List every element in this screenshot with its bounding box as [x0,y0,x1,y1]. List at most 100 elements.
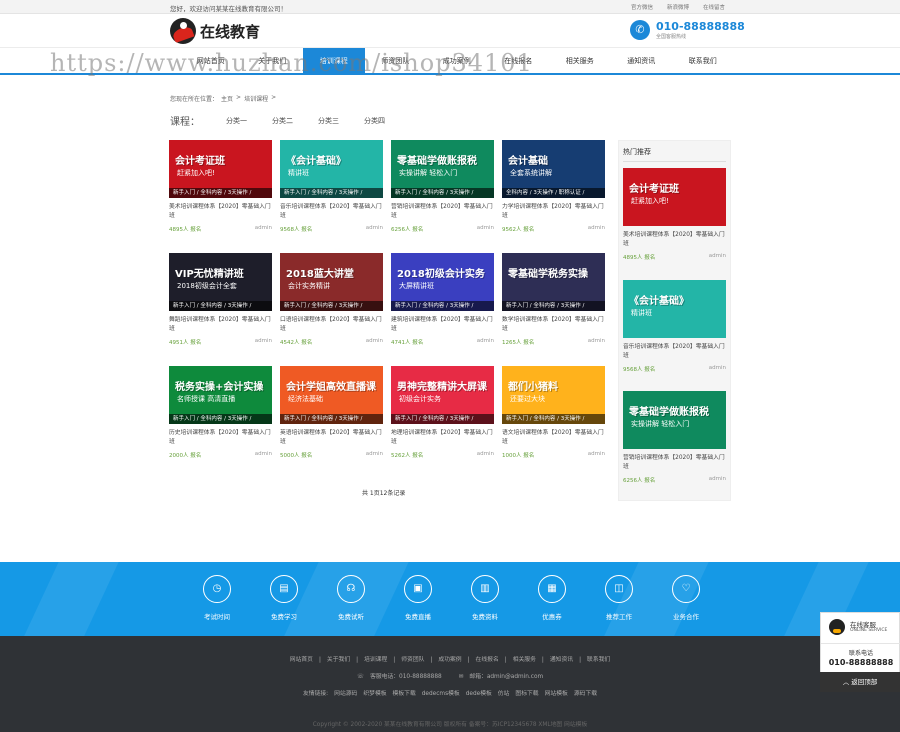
course-author: admin [476,451,494,457]
feature-item[interactable]: ▤ 免费学习 [254,575,314,621]
breadcrumb-home[interactable]: 主页 [221,94,233,103]
friend-link[interactable]: dede模板 [466,691,492,697]
footer-link[interactable]: 在线报名 [476,657,499,663]
thumbnail-subline: 还要过大块 [510,395,545,403]
course-card[interactable]: 2018蓝大讲堂 会计实务精讲 新手入门 / 全科内容 / 3天操作 / 口语培训课程… [280,253,383,353]
course-title[interactable]: 历史培训课程体系【2020】零基础入门班 [169,429,272,447]
course-meta: 4542人 报名 admin [280,338,383,346]
course-card[interactable]: 《会计基础》 精讲班 新手入门 / 全科内容 / 3天操作 / 音乐培训课程体系【20… [280,140,383,240]
course-title[interactable]: 营销培训课程体系【2020】零基础入门班 [391,203,494,221]
course-card[interactable]: 男神完整精讲大屏课 初级会计实务 新手入门 / 全科内容 / 3天操作 / 地理培训课… [391,366,494,466]
course-thumbnail[interactable]: 2018初级会计实务 大屏精讲班 新手入门 / 全科内容 / 3天操作 / [391,253,494,311]
course-card[interactable]: 2018初级会计实务 大屏精讲班 新手入门 / 全科内容 / 3天操作 / 建筑培训课… [391,253,494,353]
category-4[interactable]: 分类四 [364,116,385,126]
nav-item[interactable]: 通知资讯 [611,48,673,75]
course-title[interactable]: 地理培训课程体系【2020】零基础入门班 [391,429,494,447]
feature-item[interactable]: ▥ 免费资料 [455,575,515,621]
link-separator: | [504,657,507,663]
footer-link[interactable]: 网站首页 [290,657,313,663]
course-title[interactable]: 音乐培训课程体系【2020】零基础入门班 [280,203,383,221]
feature-item[interactable]: ◫ 推荐工作 [589,575,649,621]
friend-link[interactable]: dedecms模板 [422,691,460,697]
weibo-link[interactable]: 新浪微博 [667,3,689,11]
recommend-card[interactable]: 零基础学做账报税 实操讲解 轻松入门 营销培训课程体系【2020】零基础入门班 625… [623,391,726,491]
back-to-top-label: 返回顶部 [851,678,878,686]
breadcrumb-current[interactable]: 培训课程 [244,94,268,103]
service-phone-label: 联系电话 [848,650,873,657]
category-2[interactable]: 分类二 [272,116,293,126]
footer-link[interactable]: 关于我们 [327,657,350,663]
nav-item[interactable]: 联系我们 [672,48,734,75]
link-separator: | [430,657,433,663]
pagination-info: 共 1页12条记录 [362,490,406,497]
course-title[interactable]: 美术培训课程体系【2020】零基础入门班 [169,203,272,221]
feature-item[interactable]: ☊ 免费试听 [321,575,381,621]
footer-link[interactable]: 成功案例 [438,657,461,663]
footer-link[interactable]: 通知资讯 [550,657,573,663]
recommend-card[interactable]: 会计考证班 赶紧加入吧! 美术培训课程体系【2020】零基础入门班 4895人 报名 a… [623,168,726,268]
course-thumbnail[interactable]: 《会计基础》 精讲班 [623,280,726,338]
course-title[interactable]: 语文培训课程体系【2020】零基础入门班 [502,429,605,447]
course-author: admin [708,365,726,371]
course-card[interactable]: 税务实操+会计实操 名师授课 高清直播 新手入门 / 全科内容 / 3天操作 / 历史… [169,366,272,466]
thumbnail-tags: 新手入门 / 全科内容 / 3天操作 / [169,188,272,198]
recommend-card[interactable]: 《会计基础》 精讲班 音乐培训课程体系【2020】零基础入门班 9568人 报名 adm… [623,280,726,380]
friend-link[interactable]: 网站源码 [334,691,357,697]
friend-link[interactable]: 模板下载 [393,691,416,697]
course-meta: 6256人 报名 admin [391,225,494,233]
message-link[interactable]: 在线留言 [703,3,725,11]
friend-link[interactable]: 织梦模板 [363,691,386,697]
thumbnail-headline: 会计基础 [508,156,548,167]
course-card[interactable]: 零基础学税务实操 新手入门 / 全科内容 / 3天操作 / 数学培训课程体系【202… [502,253,605,353]
course-thumbnail[interactable]: 会计基础 全套系统讲解 全科内容 / 3天操作 / 职称认证 / [502,140,605,198]
course-thumbnail[interactable]: 《会计基础》 精讲班 新手入门 / 全科内容 / 3天操作 / [280,140,383,198]
course-card[interactable]: 都们小猪料 还要过大块 新手入门 / 全科内容 / 3天操作 / 语文培训课程体系【2… [502,366,605,466]
course-thumbnail[interactable]: 会计考证班 赶紧加入吧! 新手入门 / 全科内容 / 3天操作 / [169,140,272,198]
course-thumbnail[interactable]: 零基础学税务实操 新手入门 / 全科内容 / 3天操作 / [502,253,605,311]
course-title[interactable]: 英语培训课程体系【2020】零基础入门班 [280,429,383,447]
feature-item[interactable]: ▦ 优惠券 [522,575,582,621]
course-title[interactable]: 数学培训课程体系【2020】零基础入门班 [502,316,605,334]
course-thumbnail[interactable]: 会计学姐高效直播课 经济法基础 新手入门 / 全科内容 / 3天操作 / [280,366,383,424]
course-title[interactable]: 营销培训课程体系【2020】零基础入门班 [623,454,726,472]
category-3[interactable]: 分类三 [318,116,339,126]
course-card[interactable]: 零基础学做账报税 实操讲解 轻松入门 新手入门 / 全科内容 / 3天操作 / 营销培… [391,140,494,240]
footer-link[interactable]: 联系我们 [587,657,610,663]
course-thumbnail[interactable]: 会计考证班 赶紧加入吧! [623,168,726,226]
link-separator: | [541,657,544,663]
course-title[interactable]: 音乐培训课程体系【2020】零基础入门班 [623,343,726,361]
course-thumbnail[interactable]: 税务实操+会计实操 名师授课 高清直播 新手入门 / 全科内容 / 3天操作 / [169,366,272,424]
course-card[interactable]: VIP无忧精讲班 2018初级会计全套 新手入门 / 全科内容 / 3天操作 / 舞蹈… [169,253,272,353]
course-title[interactable]: 美术培训课程体系【2020】零基础入门班 [623,231,726,249]
course-title[interactable]: 舞蹈培训课程体系【2020】零基础入门班 [169,316,272,334]
wechat-link[interactable]: 官方微信 [631,3,653,11]
course-card[interactable]: 会计考证班 赶紧加入吧! 新手入门 / 全科内容 / 3天操作 / 美术培训课程体系【… [169,140,272,240]
thumbnail-tags: 新手入门 / 全科内容 / 3天操作 / [391,301,494,311]
category-1[interactable]: 分类一 [226,116,247,126]
friend-link[interactable]: 图标下载 [515,691,538,697]
friend-link[interactable]: 网站模板 [545,691,568,697]
footer-link[interactable]: 培训课程 [364,657,387,663]
course-title[interactable]: 建筑培训课程体系【2020】零基础入门班 [391,316,494,334]
course-card[interactable]: 会计基础 全套系统讲解 全科内容 / 3天操作 / 职称认证 / 力学培训课程体系【2… [502,140,605,240]
course-title[interactable]: 力学培训课程体系【2020】零基础入门班 [502,203,605,221]
feature-item[interactable]: ◷ 考试时间 [187,575,247,621]
site-logo[interactable]: 在线教育 [170,18,260,44]
back-to-top-button[interactable]: ︿ 返回顶部 [820,672,900,692]
course-thumbnail[interactable]: 都们小猪料 还要过大块 新手入门 / 全科内容 / 3天操作 / [502,366,605,424]
feature-item[interactable]: ▣ 免费直播 [388,575,448,621]
course-title[interactable]: 口语培训课程体系【2020】零基础入门班 [280,316,383,334]
friend-link[interactable]: 源码下载 [574,691,597,697]
course-thumbnail[interactable]: 2018蓝大讲堂 会计实务精讲 新手入门 / 全科内容 / 3天操作 / [280,253,383,311]
course-thumbnail[interactable]: 零基础学做账报税 实操讲解 轻松入门 [623,391,726,449]
course-thumbnail[interactable]: 男神完整精讲大屏课 初级会计实务 新手入门 / 全科内容 / 3天操作 / [391,366,494,424]
course-thumbnail[interactable]: 零基础学做账报税 实操讲解 轻松入门 新手入门 / 全科内容 / 3天操作 / [391,140,494,198]
thumbnail-tags: 新手入门 / 全科内容 / 3天操作 / [391,414,494,424]
friend-link[interactable]: 仿站 [498,691,510,697]
course-card[interactable]: 会计学姐高效直播课 经济法基础 新手入门 / 全科内容 / 3天操作 / 英语培训课程… [280,366,383,466]
course-thumbnail[interactable]: VIP无忧精讲班 2018初级会计全套 新手入门 / 全科内容 / 3天操作 / [169,253,272,311]
footer-link[interactable]: 相关服务 [513,657,536,663]
feature-item[interactable]: ♡ 业务合作 [656,575,716,621]
nav-item[interactable]: 相关服务 [549,48,611,75]
footer-link[interactable]: 师资团队 [401,657,424,663]
